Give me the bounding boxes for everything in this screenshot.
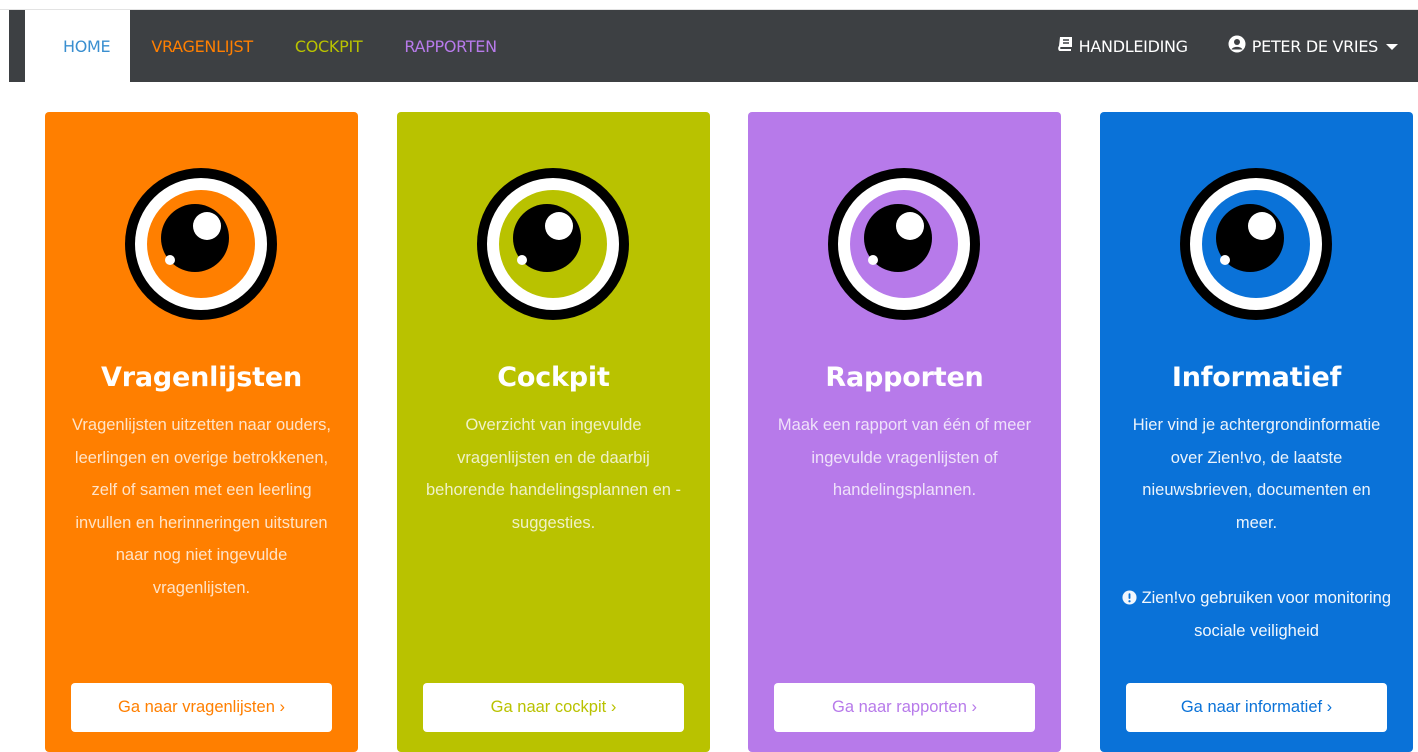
nav-rapporten[interactable]: RAPPORTEN (383, 10, 517, 82)
card-title: Informatief (1171, 362, 1342, 393)
eye-icon (1180, 168, 1332, 320)
book-icon (1056, 36, 1073, 56)
card-title: Rapporten (825, 362, 984, 393)
goto-rapporten-button[interactable]: Ga naar rapporten › (774, 683, 1035, 732)
goto-cockpit-button[interactable]: Ga naar cockpit › (423, 683, 684, 732)
card-description: Hier vind je achtergrondinformatie over … (1132, 416, 1381, 532)
card-description: Overzicht van ingevulde vragenlijsten en… (425, 416, 682, 532)
user-name: PETER DE VRIES (1251, 36, 1379, 56)
navbar: HOME VRAGENLIJST COCKPIT RAPPORTEN HANDL… (9, 10, 1418, 82)
card-description: Vragenlijsten uitzetten naar ouders, lee… (72, 416, 331, 597)
card-cockpit: Cockpit Overzicht van ingevulde vragenli… (397, 112, 710, 752)
card-description: Maak een rapport van één of meer ingevul… (777, 416, 1032, 499)
nav-vragenlijst[interactable]: VRAGENLIJST (130, 10, 274, 82)
goto-vragenlijsten-button[interactable]: Ga naar vragenlijsten › (71, 683, 332, 732)
nav-home[interactable]: HOME (25, 10, 131, 82)
eye-icon (828, 168, 980, 320)
nav-left: HOME VRAGENLIJST COCKPIT RAPPORTEN (9, 10, 518, 82)
card-title: Vragenlijsten (101, 362, 302, 393)
card-title: Cockpit (497, 362, 610, 393)
monitoring-link[interactable]: Zien!vo gebruiken voor monitoring social… (1120, 582, 1393, 647)
eye-icon (125, 168, 277, 320)
goto-informatief-button[interactable]: Ga naar informatief › (1126, 683, 1387, 732)
handleiding-label: HANDLEIDING (1078, 36, 1188, 56)
card-vragenlijsten: Vragenlijsten Vragenlijsten uitzetten na… (45, 112, 358, 752)
chevron-down-icon (1386, 44, 1398, 50)
nav-right: HANDLEIDING PETER DE VRIES (1036, 10, 1418, 82)
nav-handleiding[interactable]: HANDLEIDING (1036, 10, 1208, 82)
nav-cockpit[interactable]: COCKPIT (274, 10, 383, 82)
card-rapporten: Rapporten Maak een rapport van één of me… (748, 112, 1061, 752)
exclamation-circle-icon (1122, 590, 1137, 605)
top-strip (0, 0, 1418, 10)
eye-icon (477, 168, 629, 320)
user-circle-icon (1228, 35, 1246, 57)
card-informatief: Informatief Hier vind je achtergrondinfo… (1100, 112, 1413, 752)
monitoring-label: Zien!vo gebruiken voor monitoring social… (1141, 589, 1392, 640)
user-menu[interactable]: PETER DE VRIES (1208, 10, 1418, 82)
